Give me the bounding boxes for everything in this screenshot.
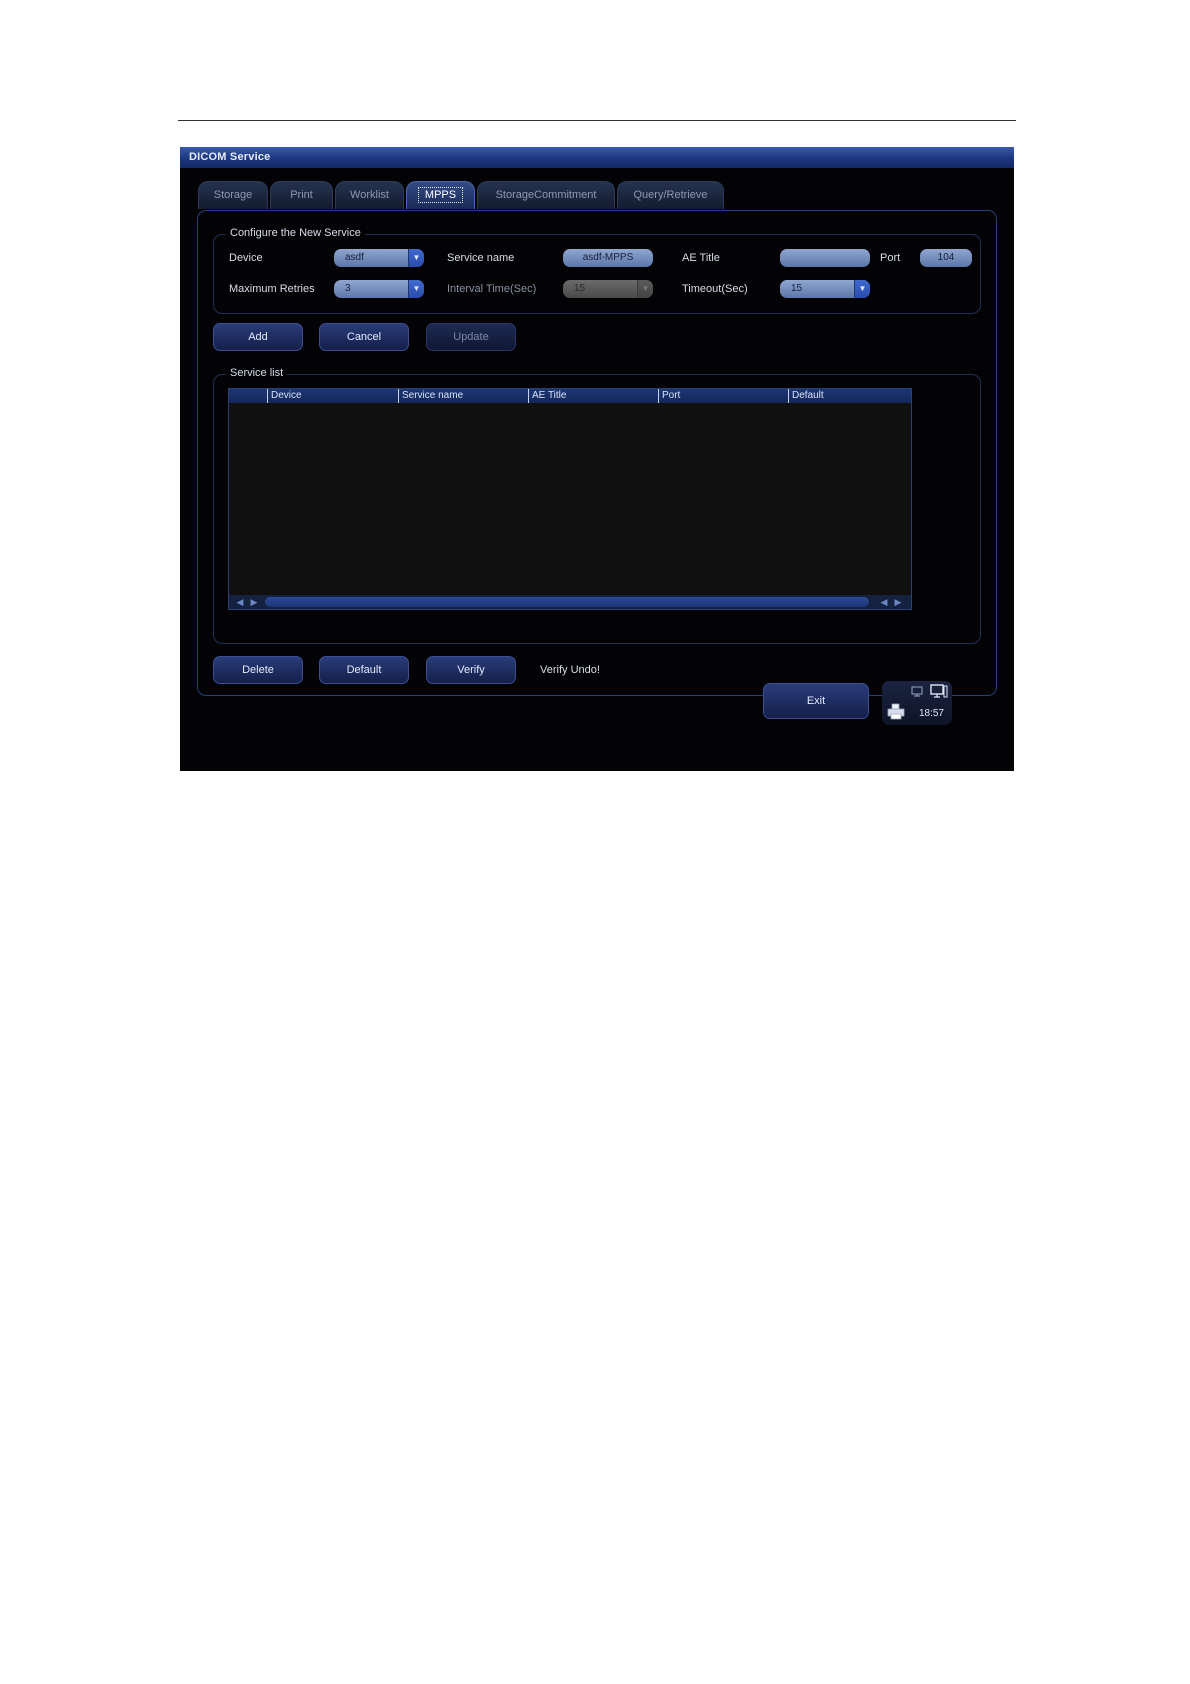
column-service-name[interactable]: Service name: [398, 389, 528, 403]
tab-mpps[interactable]: MPPS: [406, 181, 475, 209]
status-tray: 18:57: [882, 681, 952, 725]
delete-button[interactable]: Delete: [213, 656, 303, 684]
service-name-label: Service name: [447, 252, 515, 264]
printer-icon: [887, 703, 905, 720]
arrow-left-icon[interactable]: ◀: [877, 595, 891, 609]
timeout-value: 15: [791, 283, 803, 294]
update-button: Update: [426, 323, 516, 351]
chevron-down-icon: ▼: [637, 280, 653, 298]
timeout-select[interactable]: 15 ▼: [780, 280, 870, 298]
chevron-down-icon[interactable]: ▼: [408, 280, 424, 298]
window-title: DICOM Service: [180, 147, 1014, 168]
dicom-service-window: DICOM Service Storage Print Worklist MPP…: [180, 147, 1014, 771]
service-list-title: Service list: [226, 367, 288, 379]
default-button[interactable]: Default: [319, 656, 409, 684]
timeout-label: Timeout(Sec): [682, 283, 748, 295]
tab-storage[interactable]: Storage: [198, 181, 268, 209]
scrollbar-thumb[interactable]: [265, 597, 869, 607]
arrow-right-icon[interactable]: ▶: [247, 595, 261, 609]
column-ae-title[interactable]: AE Title: [528, 389, 658, 403]
service-name-input[interactable]: asdf-MPPS: [563, 249, 653, 267]
column-device[interactable]: Device: [267, 389, 398, 403]
configure-group: Configure the New Service Device asdf ▼ …: [213, 227, 981, 314]
service-name-value: asdf-MPPS: [582, 252, 634, 263]
exit-button[interactable]: Exit: [763, 683, 869, 719]
monitor-icon: [930, 684, 948, 698]
column-default[interactable]: Default: [788, 389, 911, 403]
mpps-panel: Configure the New Service Device asdf ▼ …: [197, 210, 997, 696]
port-label: Port: [880, 252, 901, 264]
port-input[interactable]: 104: [920, 249, 972, 267]
horizontal-scrollbar[interactable]: ◀ ▶ ◀ ▶: [229, 595, 911, 609]
add-button[interactable]: Add: [213, 323, 303, 351]
device-label: Device: [229, 252, 263, 264]
page-top-rule: [178, 120, 1016, 121]
arrow-left-icon[interactable]: ◀: [233, 595, 247, 609]
device-select[interactable]: asdf ▼: [334, 249, 424, 267]
device-value: asdf: [345, 252, 364, 263]
port-value: 104: [937, 252, 955, 263]
chevron-down-icon[interactable]: ▼: [408, 249, 424, 267]
interval-label: Interval Time(Sec): [447, 283, 537, 295]
interval-value: 15: [574, 283, 586, 294]
ae-title-input[interactable]: [780, 249, 870, 267]
table-header: Device Service name AE Title Port Defaul…: [229, 389, 911, 403]
tab-print[interactable]: Print: [270, 181, 333, 209]
configure-title: Configure the New Service: [226, 227, 365, 239]
tab-storage-commitment[interactable]: StorageCommitment: [477, 181, 615, 209]
cancel-button[interactable]: Cancel: [319, 323, 409, 351]
max-retries-value: 3: [345, 283, 351, 294]
tab-query-retrieve[interactable]: Query/Retrieve: [617, 181, 724, 209]
service-list-table[interactable]: Device Service name AE Title Port Defaul…: [228, 388, 912, 610]
max-retries-select[interactable]: 3 ▼: [334, 280, 424, 298]
chevron-down-icon[interactable]: ▼: [854, 280, 870, 298]
arrow-right-icon[interactable]: ▶: [891, 595, 905, 609]
network-icon: [911, 686, 923, 697]
verify-button[interactable]: Verify: [426, 656, 516, 684]
tab-worklist[interactable]: Worklist: [335, 181, 404, 209]
service-list-group: Service list Device Service name AE Titl…: [213, 367, 981, 644]
interval-select: 15 ▼: [563, 280, 653, 298]
column-port[interactable]: Port: [658, 389, 788, 403]
verify-status: Verify Undo!: [540, 664, 600, 676]
max-retries-label: Maximum Retries: [229, 283, 315, 295]
ae-title-label: AE Title: [682, 252, 720, 264]
clock-time: 18:57: [918, 708, 944, 719]
